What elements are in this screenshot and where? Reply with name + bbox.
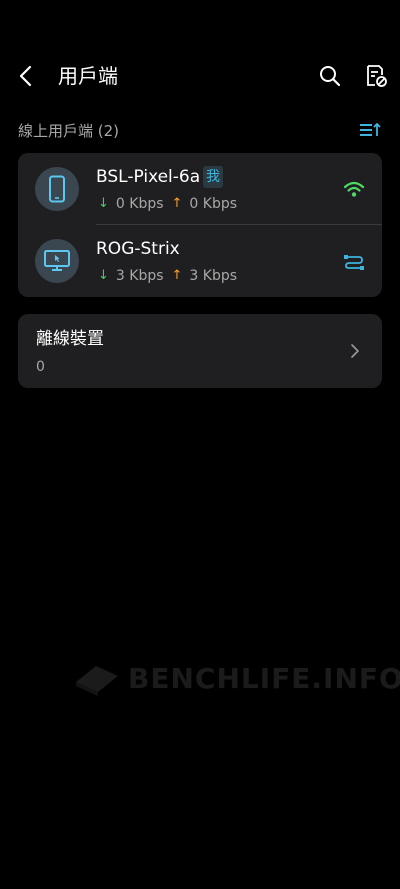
offline-devices-title: 離線裝置 — [36, 329, 104, 349]
device-name: ROG-Strix — [96, 239, 180, 259]
online-section-title: 線上用戶端 (2) — [18, 122, 120, 140]
sort-icon — [360, 122, 381, 136]
device-avatar — [35, 167, 79, 211]
download-speed: 3 Kbps — [115, 268, 164, 284]
connection-type — [342, 177, 366, 201]
smartphone-icon — [49, 175, 65, 203]
wifi-icon — [343, 181, 365, 197]
online-section-header: 線上用戶端 (2) — [18, 120, 382, 142]
chevron-right-icon — [348, 340, 362, 362]
watermark: BENCHLIFE.INFO — [72, 656, 400, 700]
offline-devices-card[interactable]: 離線裝置 0 — [18, 314, 382, 388]
device-traffic: ↓ 0 Kbps ↑ 0 Kbps — [98, 194, 237, 214]
search-icon — [320, 66, 341, 87]
upload-speed: 3 Kbps — [189, 268, 238, 284]
watermark-logo-icon — [76, 666, 118, 696]
back-button[interactable] — [12, 62, 40, 90]
upload-arrow-icon: ↑ — [171, 268, 183, 283]
blocked-list-button[interactable] — [362, 62, 390, 90]
ethernet-icon — [344, 255, 364, 270]
back-arrow-icon — [19, 65, 32, 87]
page-title: 用戶端 — [58, 64, 118, 88]
upload-arrow-icon: ↑ — [171, 196, 183, 211]
download-arrow-icon: ↓ — [98, 268, 109, 283]
device-row[interactable]: ROG-Strix ↓ 3 Kbps ↑ 3 Kbps — [18, 225, 382, 297]
device-avatar — [35, 239, 79, 283]
device-name: BSL-Pixel-6a — [96, 167, 201, 187]
device-row[interactable]: BSL-Pixel-6a 我 ↓ 0 Kbps ↑ 0 Kbps — [18, 153, 382, 225]
sort-button[interactable] — [358, 120, 382, 140]
online-devices-card: BSL-Pixel-6a 我 ↓ 0 Kbps ↑ 0 Kbps ROG-Str… — [18, 153, 382, 297]
monitor-icon — [44, 250, 70, 271]
download-speed: 0 Kbps — [115, 196, 164, 212]
device-traffic: ↓ 3 Kbps ↑ 3 Kbps — [98, 266, 237, 286]
connection-type — [342, 249, 366, 273]
blocked-list-icon — [367, 65, 387, 87]
top-app-bar: 用戶端 — [0, 52, 400, 100]
me-badge: 我 — [203, 166, 223, 188]
search-button[interactable] — [316, 62, 344, 90]
offline-devices-count: 0 — [36, 359, 45, 375]
watermark-text: BENCHLIFE.INFO — [128, 662, 400, 695]
upload-speed: 0 Kbps — [189, 196, 238, 212]
download-arrow-icon: ↓ — [98, 196, 109, 211]
